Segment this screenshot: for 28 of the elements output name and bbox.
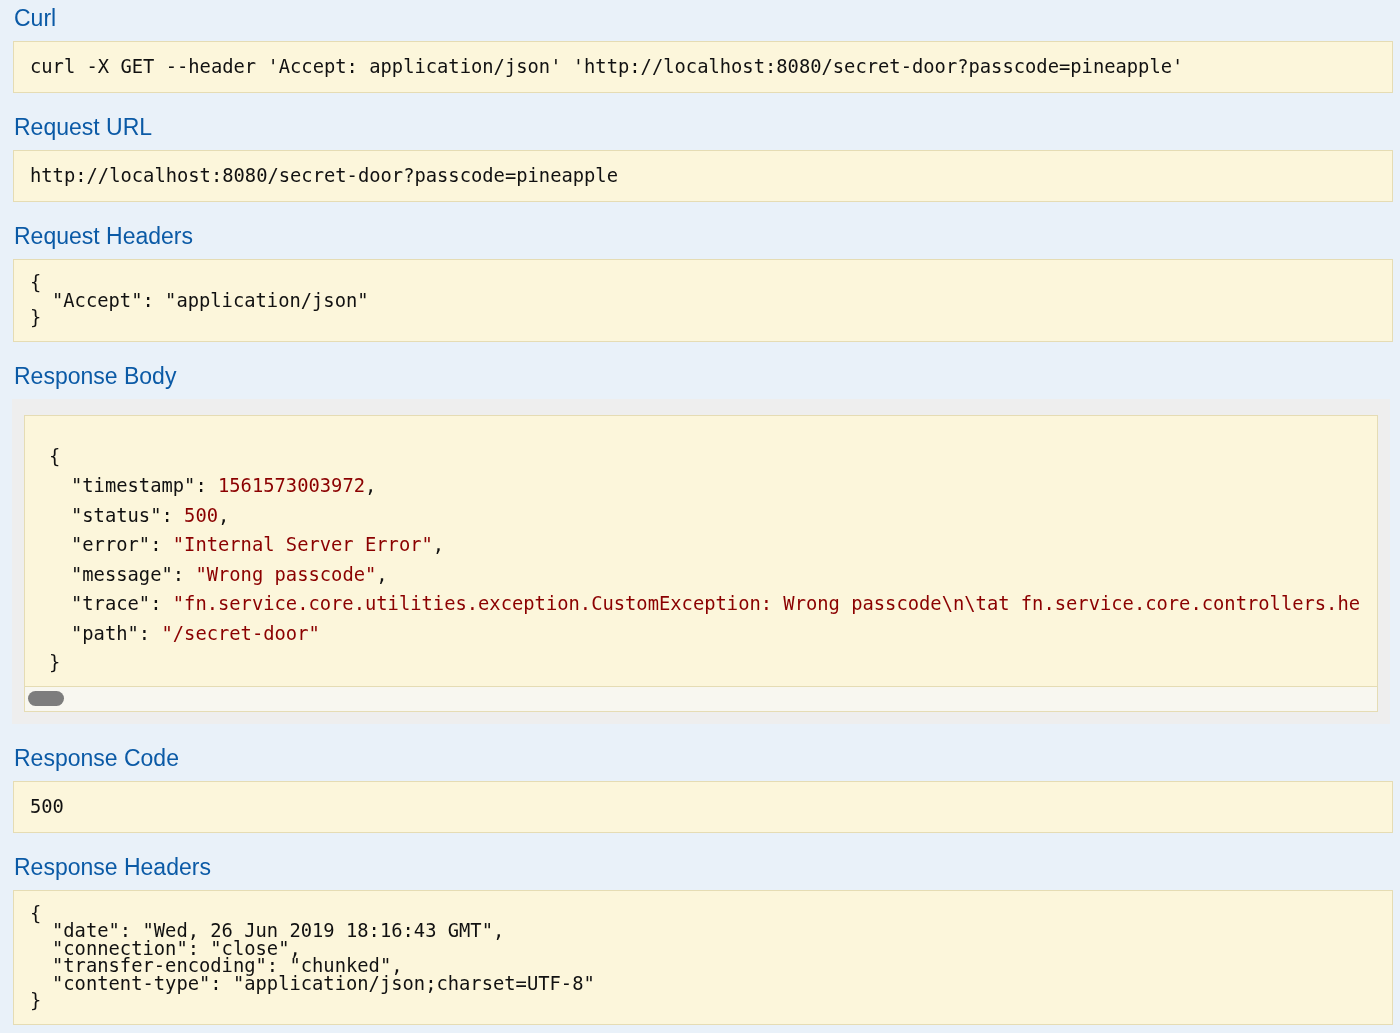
json-line: "path": "/secret-door" <box>70 621 321 646</box>
scrollbar[interactable] <box>25 685 1377 711</box>
brace: { <box>30 904 43 922</box>
scrollbar-thumb[interactable] <box>28 691 64 706</box>
brace: } <box>49 651 62 675</box>
json-line: "trace": "fn.service.core.utilities.exception.CustomException: Wrong passcode\n\tat fn.service.core.controllers.he <box>70 592 1362 616</box>
section-heading: Response Body <box>14 361 178 391</box>
json-line: "status": 500, <box>70 503 231 528</box>
code-line: curl -X GET --header 'Accept: application/json' 'http://localhost:8080/secret-door?passcode=pineapple' <box>30 55 1185 79</box>
brace: } <box>30 309 43 327</box>
json-line: "timestamp": 1561573003972, <box>70 474 378 498</box>
json-line: "message": "Wrong passcode", <box>70 562 389 587</box>
section-heading: Curl <box>14 4 58 33</box>
code-line: "Accept": "application/json" <box>51 291 370 309</box>
brace: } <box>30 992 43 1010</box>
code-line: "connection": "close", <box>51 939 301 957</box>
json-line: "error": "Internal Server Error", <box>70 533 446 557</box>
section-heading: Response Headers <box>14 852 212 882</box>
brace: { <box>30 274 43 292</box>
brace: { <box>49 444 62 469</box>
section-heading: Request URL <box>14 113 154 142</box>
code-line: http://localhost:8080/secret-door?passcode=pineapple <box>30 164 619 188</box>
section-heading: Response Code <box>14 743 180 773</box>
code-line: 500 <box>30 794 65 819</box>
code-line: "transfer-encoding": "chunked", <box>51 957 403 975</box>
section-heading: Request Headers <box>14 222 194 251</box>
code-line: "content-type": "application/json;charset=UTF-8" <box>51 974 596 992</box>
code-line: "date": "Wed, 26 Jun 2019 18:16:43 GMT", <box>51 922 506 940</box>
